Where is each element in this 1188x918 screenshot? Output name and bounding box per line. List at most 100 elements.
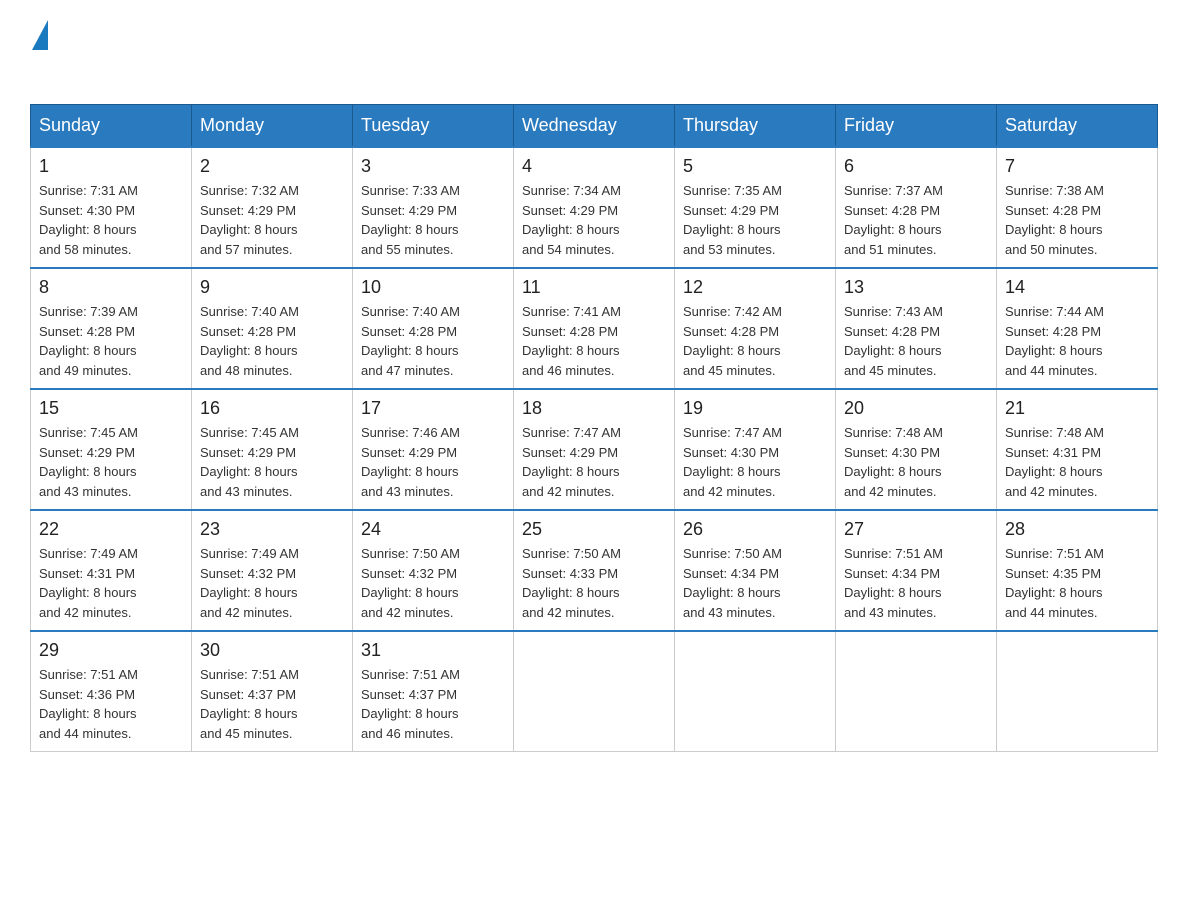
calendar-cell: 14 Sunrise: 7:44 AM Sunset: 4:28 PM Dayli…	[997, 268, 1158, 389]
day-number: 24	[361, 519, 505, 540]
calendar-cell: 7 Sunrise: 7:38 AM Sunset: 4:28 PM Daylig…	[997, 147, 1158, 268]
days-of-week-row: SundayMondayTuesdayWednesdayThursdayFrid…	[31, 105, 1158, 148]
day-sun-info: Sunrise: 7:50 AM Sunset: 4:34 PM Dayligh…	[683, 544, 827, 622]
day-sun-info: Sunrise: 7:49 AM Sunset: 4:32 PM Dayligh…	[200, 544, 344, 622]
day-number: 31	[361, 640, 505, 661]
calendar-cell: 31 Sunrise: 7:51 AM Sunset: 4:37 PM Dayli…	[353, 631, 514, 752]
calendar-cell: 19 Sunrise: 7:47 AM Sunset: 4:30 PM Dayli…	[675, 389, 836, 510]
calendar-cell: 8Sunrise: 7:39 AM Sunset: 4:28 PM Daylig…	[31, 268, 192, 389]
calendar-cell: 25 Sunrise: 7:50 AM Sunset: 4:33 PM Dayli…	[514, 510, 675, 631]
day-number: 25	[522, 519, 666, 540]
day-number: 26	[683, 519, 827, 540]
day-number: 12	[683, 277, 827, 298]
calendar-cell: 3 Sunrise: 7:33 AM Sunset: 4:29 PM Daylig…	[353, 147, 514, 268]
day-sun-info: Sunrise: 7:38 AM Sunset: 4:28 PM Dayligh…	[1005, 181, 1149, 259]
day-number: 22	[39, 519, 183, 540]
day-sun-info: Sunrise: 7:50 AM Sunset: 4:33 PM Dayligh…	[522, 544, 666, 622]
day-sun-info: Sunrise: 7:51 AM Sunset: 4:34 PM Dayligh…	[844, 544, 988, 622]
calendar-cell: 30 Sunrise: 7:51 AM Sunset: 4:37 PM Dayli…	[192, 631, 353, 752]
calendar-cell: 10 Sunrise: 7:40 AM Sunset: 4:28 PM Dayli…	[353, 268, 514, 389]
calendar-body: 1Sunrise: 7:31 AM Sunset: 4:30 PM Daylig…	[31, 147, 1158, 752]
day-number: 21	[1005, 398, 1149, 419]
day-number: 17	[361, 398, 505, 419]
calendar-cell: 1Sunrise: 7:31 AM Sunset: 4:30 PM Daylig…	[31, 147, 192, 268]
day-number: 18	[522, 398, 666, 419]
day-number: 15	[39, 398, 183, 419]
calendar-cell: 5 Sunrise: 7:35 AM Sunset: 4:29 PM Daylig…	[675, 147, 836, 268]
calendar-cell: 11 Sunrise: 7:41 AM Sunset: 4:28 PM Dayli…	[514, 268, 675, 389]
day-header-tuesday: Tuesday	[353, 105, 514, 148]
calendar-cell: 2Sunrise: 7:32 AM Sunset: 4:29 PM Daylig…	[192, 147, 353, 268]
logo-arrow-icon	[32, 20, 48, 50]
calendar-week-3: 15 Sunrise: 7:45 AM Sunset: 4:29 PM Dayli…	[31, 389, 1158, 510]
day-number: 9	[200, 277, 344, 298]
day-sun-info: Sunrise: 7:47 AM Sunset: 4:29 PM Dayligh…	[522, 423, 666, 501]
day-number: 7	[1005, 156, 1149, 177]
day-sun-info: Sunrise: 7:37 AM Sunset: 4:28 PM Dayligh…	[844, 181, 988, 259]
day-sun-info: Sunrise: 7:31 AM Sunset: 4:30 PM Dayligh…	[39, 181, 183, 259]
day-number: 19	[683, 398, 827, 419]
day-sun-info: Sunrise: 7:41 AM Sunset: 4:28 PM Dayligh…	[522, 302, 666, 380]
calendar-week-5: 29 Sunrise: 7:51 AM Sunset: 4:36 PM Dayli…	[31, 631, 1158, 752]
day-sun-info: Sunrise: 7:45 AM Sunset: 4:29 PM Dayligh…	[39, 423, 183, 501]
day-sun-info: Sunrise: 7:51 AM Sunset: 4:37 PM Dayligh…	[361, 665, 505, 743]
calendar-cell: 15 Sunrise: 7:45 AM Sunset: 4:29 PM Dayli…	[31, 389, 192, 510]
calendar-week-4: 22 Sunrise: 7:49 AM Sunset: 4:31 PM Dayli…	[31, 510, 1158, 631]
day-sun-info: Sunrise: 7:47 AM Sunset: 4:30 PM Dayligh…	[683, 423, 827, 501]
day-sun-info: Sunrise: 7:51 AM Sunset: 4:35 PM Dayligh…	[1005, 544, 1149, 622]
day-sun-info: Sunrise: 7:40 AM Sunset: 4:28 PM Dayligh…	[361, 302, 505, 380]
day-sun-info: Sunrise: 7:40 AM Sunset: 4:28 PM Dayligh…	[200, 302, 344, 380]
day-header-friday: Friday	[836, 105, 997, 148]
calendar-cell: 28 Sunrise: 7:51 AM Sunset: 4:35 PM Dayli…	[997, 510, 1158, 631]
day-number: 23	[200, 519, 344, 540]
day-number: 4	[522, 156, 666, 177]
calendar-cell	[997, 631, 1158, 752]
calendar-cell: 9 Sunrise: 7:40 AM Sunset: 4:28 PM Daylig…	[192, 268, 353, 389]
day-sun-info: Sunrise: 7:44 AM Sunset: 4:28 PM Dayligh…	[1005, 302, 1149, 380]
day-number: 6	[844, 156, 988, 177]
calendar-cell: 20 Sunrise: 7:48 AM Sunset: 4:30 PM Dayli…	[836, 389, 997, 510]
calendar-cell	[675, 631, 836, 752]
day-number: 16	[200, 398, 344, 419]
calendar-cell: 24 Sunrise: 7:50 AM Sunset: 4:32 PM Dayli…	[353, 510, 514, 631]
day-sun-info: Sunrise: 7:34 AM Sunset: 4:29 PM Dayligh…	[522, 181, 666, 259]
calendar-cell	[836, 631, 997, 752]
day-sun-info: Sunrise: 7:46 AM Sunset: 4:29 PM Dayligh…	[361, 423, 505, 501]
calendar-cell: 22 Sunrise: 7:49 AM Sunset: 4:31 PM Dayli…	[31, 510, 192, 631]
calendar-cell: 12 Sunrise: 7:42 AM Sunset: 4:28 PM Dayli…	[675, 268, 836, 389]
page-header	[30, 20, 1158, 84]
calendar-cell: 13Sunrise: 7:43 AM Sunset: 4:28 PM Dayli…	[836, 268, 997, 389]
day-sun-info: Sunrise: 7:42 AM Sunset: 4:28 PM Dayligh…	[683, 302, 827, 380]
calendar-cell: 23 Sunrise: 7:49 AM Sunset: 4:32 PM Dayli…	[192, 510, 353, 631]
day-number: 3	[361, 156, 505, 177]
calendar-cell: 17 Sunrise: 7:46 AM Sunset: 4:29 PM Dayli…	[353, 389, 514, 510]
calendar-week-1: 1Sunrise: 7:31 AM Sunset: 4:30 PM Daylig…	[31, 147, 1158, 268]
day-number: 29	[39, 640, 183, 661]
day-number: 28	[1005, 519, 1149, 540]
calendar-header: SundayMondayTuesdayWednesdayThursdayFrid…	[31, 105, 1158, 148]
day-sun-info: Sunrise: 7:48 AM Sunset: 4:30 PM Dayligh…	[844, 423, 988, 501]
day-sun-info: Sunrise: 7:51 AM Sunset: 4:37 PM Dayligh…	[200, 665, 344, 743]
calendar-cell: 21Sunrise: 7:48 AM Sunset: 4:31 PM Dayli…	[997, 389, 1158, 510]
day-number: 5	[683, 156, 827, 177]
day-sun-info: Sunrise: 7:51 AM Sunset: 4:36 PM Dayligh…	[39, 665, 183, 743]
calendar-table: SundayMondayTuesdayWednesdayThursdayFrid…	[30, 104, 1158, 752]
day-number: 10	[361, 277, 505, 298]
day-number: 30	[200, 640, 344, 661]
logo	[30, 20, 48, 84]
day-number: 27	[844, 519, 988, 540]
day-header-sunday: Sunday	[31, 105, 192, 148]
day-number: 20	[844, 398, 988, 419]
day-number: 11	[522, 277, 666, 298]
day-sun-info: Sunrise: 7:50 AM Sunset: 4:32 PM Dayligh…	[361, 544, 505, 622]
day-sun-info: Sunrise: 7:49 AM Sunset: 4:31 PM Dayligh…	[39, 544, 183, 622]
day-sun-info: Sunrise: 7:33 AM Sunset: 4:29 PM Dayligh…	[361, 181, 505, 259]
day-sun-info: Sunrise: 7:32 AM Sunset: 4:29 PM Dayligh…	[200, 181, 344, 259]
calendar-cell: 16Sunrise: 7:45 AM Sunset: 4:29 PM Dayli…	[192, 389, 353, 510]
calendar-cell	[514, 631, 675, 752]
day-number: 14	[1005, 277, 1149, 298]
day-sun-info: Sunrise: 7:39 AM Sunset: 4:28 PM Dayligh…	[39, 302, 183, 380]
day-number: 13	[844, 277, 988, 298]
calendar-cell: 29 Sunrise: 7:51 AM Sunset: 4:36 PM Dayli…	[31, 631, 192, 752]
day-sun-info: Sunrise: 7:35 AM Sunset: 4:29 PM Dayligh…	[683, 181, 827, 259]
